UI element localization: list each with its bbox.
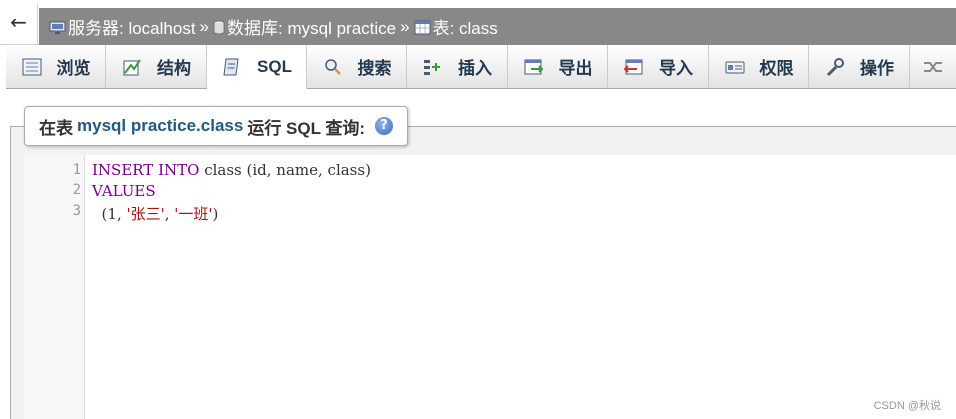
tab-import-label: 导入 — [659, 59, 693, 78]
line-number: 3 — [72, 203, 81, 219]
breadcrumb-table-label: 表: class — [432, 19, 498, 38]
tab-privileges-label: 权限 — [759, 59, 794, 78]
breadcrumb-server[interactable]: 服务器: localhost — [49, 14, 196, 39]
table-icon — [414, 20, 431, 35]
code-line-1: INSERT INTO class (id, name, class) — [92, 161, 371, 179]
query-title-prefix: 在表 — [39, 118, 73, 138]
line-number: 1 — [72, 162, 81, 178]
privileges-icon — [725, 61, 744, 73]
insert-icon — [424, 59, 440, 75]
tab-browse-label: 浏览 — [56, 59, 91, 78]
query-title-suffix: 运行 SQL 查询: — [247, 118, 366, 138]
structure-icon — [123, 58, 141, 75]
query-title-table-link[interactable]: mysql practice.class — [77, 116, 243, 136]
breadcrumb-database[interactable]: 数据库: mysql practice — [213, 14, 396, 39]
tab-browse[interactable]: 浏览 — [6, 45, 106, 88]
import-icon — [623, 59, 643, 74]
sql-editor[interactable]: 1 2 3 INSERT INTO class (id, name, class… — [24, 155, 956, 419]
tab-import[interactable]: 导入 — [608, 45, 709, 88]
line-number-gutter: 1 2 3 — [24, 155, 85, 419]
breadcrumb-separator: » — [400, 16, 410, 36]
code-line-3: (1, '张三', '一班') — [92, 203, 219, 224]
export-icon — [524, 59, 543, 74]
string-literal: '一班' — [174, 205, 213, 223]
tab-operations-label: 操作 — [860, 59, 894, 78]
tab-structure[interactable]: 结构 — [106, 45, 207, 88]
watermark: CSDN @秋说 — [873, 400, 941, 412]
tab-privileges[interactable]: 权限 — [709, 45, 809, 88]
browse-icon — [22, 58, 41, 75]
tab-search[interactable]: 搜索 — [307, 45, 407, 88]
tab-insert-label: 插入 — [458, 59, 492, 78]
server-icon — [49, 21, 66, 34]
tab-bar: 浏览 结构 SQL 搜索 插入 导出 导入 权限 操作 — [6, 45, 956, 89]
search-icon — [324, 58, 341, 75]
code-text: (1, — [101, 205, 127, 223]
breadcrumb-separator: » — [199, 16, 210, 36]
code-text: , — [164, 205, 175, 223]
keyword-insert-into: INSERT INTO — [92, 161, 200, 179]
query-panel-title: 在表 mysql practice.class 运行 SQL 查询: ? — [24, 106, 409, 146]
tab-export-label: 导出 — [558, 59, 593, 78]
code-text: class (id, name, class) — [199, 161, 371, 179]
tab-sql[interactable]: SQL — [207, 45, 307, 89]
tab-search-label: 搜索 — [357, 59, 392, 78]
breadcrumb-database-label: 数据库: mysql practice — [227, 19, 397, 38]
breadcrumb-table[interactable]: 表: class — [414, 14, 498, 39]
keyword-values: VALUES — [92, 182, 156, 200]
line-number: 2 — [72, 182, 81, 198]
wrench-icon — [826, 57, 844, 76]
string-literal: '张三' — [126, 205, 165, 223]
tab-operations[interactable]: 操作 — [809, 45, 910, 88]
breadcrumb-server-label: 服务器: localhost — [68, 19, 196, 38]
code-text: ) — [212, 205, 219, 223]
breadcrumb: 服务器: localhost » 数据库: mysql practice » 表… — [39, 8, 956, 45]
database-icon — [213, 20, 225, 35]
help-icon[interactable]: ? — [375, 117, 394, 135]
tab-structure-label: 结构 — [157, 59, 191, 78]
tab-more[interactable] — [910, 45, 956, 88]
more-icon — [924, 61, 942, 72]
tab-export[interactable]: 导出 — [508, 45, 608, 88]
code-line-2: VALUES — [92, 182, 156, 200]
sql-icon — [223, 58, 239, 75]
back-arrow-button[interactable]: ← — [0, 4, 38, 44]
tab-insert[interactable]: 插入 — [407, 45, 508, 88]
tab-sql-label: SQL — [257, 56, 292, 76]
top-navigation-bar: ← 服务器: localhost » 数据库: mysql practice » — [0, 0, 956, 45]
